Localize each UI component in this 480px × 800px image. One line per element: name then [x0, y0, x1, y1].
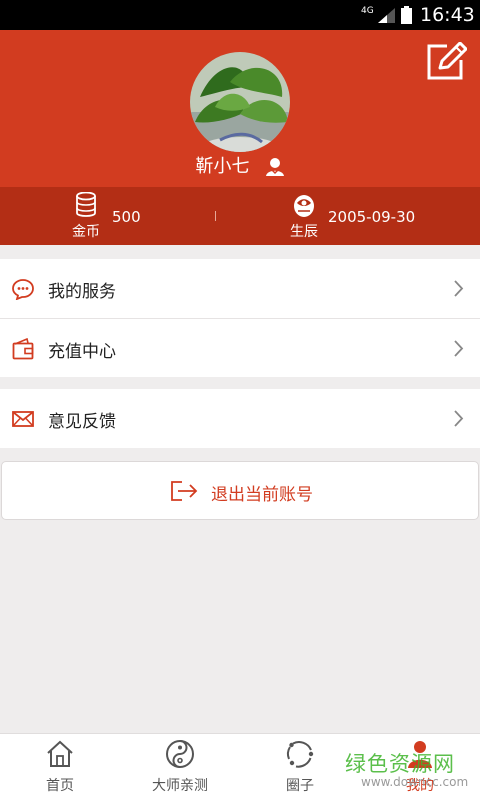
birth-label: 生辰: [290, 224, 318, 240]
watermark: 绿色资源网 www.downcc.com: [345, 748, 470, 796]
nickname-row: 靳小七: [0, 152, 480, 182]
logout-icon: [171, 481, 198, 501]
tab-label-circle: 圈子: [286, 778, 314, 794]
birth-stat[interactable]: 生辰 2005-09-30: [216, 187, 480, 245]
menu-item-recharge[interactable]: 充值中心: [0, 318, 480, 377]
signal-icon: [378, 8, 395, 23]
battery-icon: [401, 6, 412, 24]
tab-master[interactable]: 大师亲测: [120, 734, 240, 800]
menu-group-secondary: 意见反馈: [0, 389, 480, 448]
taiji-icon: [166, 740, 194, 768]
avatar[interactable]: [190, 52, 290, 152]
nickname: 靳小七: [195, 156, 250, 177]
birth-value: 2005-09-30: [328, 208, 416, 226]
network-label: 4G: [361, 6, 374, 16]
chevron-right-icon: [454, 340, 464, 357]
wallet-icon: [12, 338, 34, 360]
tab-label-master: 大师亲测: [152, 778, 208, 794]
logout-label: 退出当前账号: [211, 485, 313, 505]
menu-label-services: 我的服务: [48, 282, 116, 302]
coins-stat[interactable]: 金币 500: [0, 187, 215, 245]
status-bar: 4G 16:43: [0, 0, 480, 30]
chevron-right-icon: [454, 410, 464, 427]
edit-profile-icon[interactable]: [425, 42, 467, 82]
coins-value: 500: [112, 208, 141, 226]
chat-icon: [12, 279, 34, 300]
user-profile-icon[interactable]: [265, 157, 285, 177]
home-icon: [47, 740, 73, 767]
tab-circle[interactable]: 圈子: [240, 734, 360, 800]
watermark-text: 绿色资源网: [345, 752, 455, 776]
envelope-icon: [12, 411, 34, 427]
watermark-url: www.downcc.com: [361, 775, 469, 789]
menu-item-feedback[interactable]: 意见反馈: [0, 389, 480, 448]
tab-home[interactable]: 首页: [0, 734, 120, 800]
menu-label-feedback: 意见反馈: [48, 412, 116, 432]
circle-icon: [286, 741, 314, 768]
birth-icon: [294, 195, 314, 217]
tab-label-home: 首页: [46, 778, 74, 794]
coins-label: 金币: [72, 224, 100, 240]
chevron-right-icon: [454, 280, 464, 297]
menu-label-recharge: 充值中心: [48, 342, 116, 362]
menu-group-primary: 我的服务 充值中心: [0, 259, 480, 377]
stats-bar: 金币 500 生辰 2005-09-30: [0, 187, 480, 245]
menu-item-services[interactable]: 我的服务: [0, 259, 480, 318]
coins-icon: [76, 192, 96, 217]
profile-header: 靳小七: [0, 30, 480, 187]
logout-button[interactable]: 退出当前账号: [1, 461, 479, 520]
clock: 16:43: [420, 4, 475, 26]
